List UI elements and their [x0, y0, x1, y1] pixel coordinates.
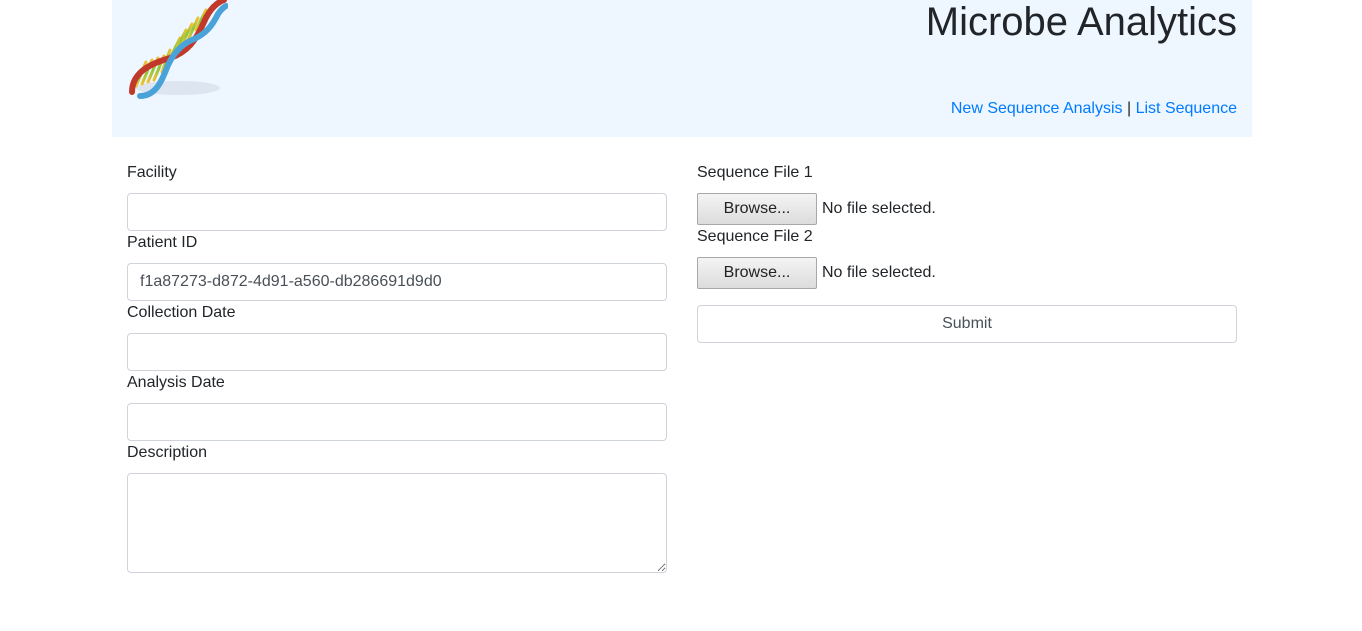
site-title: Microbe Analytics: [925, 0, 1237, 44]
analysis-date-field[interactable]: [127, 403, 667, 441]
facility-label: Facility: [127, 164, 177, 181]
sequence-file-1-browse-button[interactable]: Browse...: [697, 193, 817, 225]
sequence-file-1-label: Sequence File 1: [697, 164, 813, 181]
sequence-file-2-label: Sequence File 2: [697, 228, 813, 245]
sequence-file-2-status: No file selected.: [822, 264, 936, 281]
header-nav: New Sequence Analysis | List Sequence: [951, 99, 1237, 119]
description-label: Description: [127, 444, 208, 461]
facility-field[interactable]: [127, 193, 667, 231]
submit-button[interactable]: Submit: [697, 305, 1237, 343]
sequence-file-1-status: No file selected.: [822, 200, 936, 217]
site-header: Microbe Analytics New Sequence Analysis …: [112, 0, 1252, 137]
list-sequence-link[interactable]: List Sequence: [1136, 100, 1237, 117]
sequence-file-2-browse-button[interactable]: Browse...: [697, 257, 817, 289]
nav-separator: |: [1126, 100, 1132, 117]
analysis-date-label: Analysis Date: [127, 374, 225, 391]
dna-helix-icon: [129, 0, 228, 99]
description-field[interactable]: [127, 473, 667, 573]
page-container: Microbe Analytics New Sequence Analysis …: [112, 0, 1252, 631]
new-sequence-analysis-link[interactable]: New Sequence Analysis: [951, 100, 1123, 117]
collection-date-label: Collection Date: [127, 304, 236, 321]
patient-id-field[interactable]: [127, 263, 667, 301]
patient-id-label: Patient ID: [127, 234, 198, 251]
collection-date-field[interactable]: [127, 333, 667, 371]
